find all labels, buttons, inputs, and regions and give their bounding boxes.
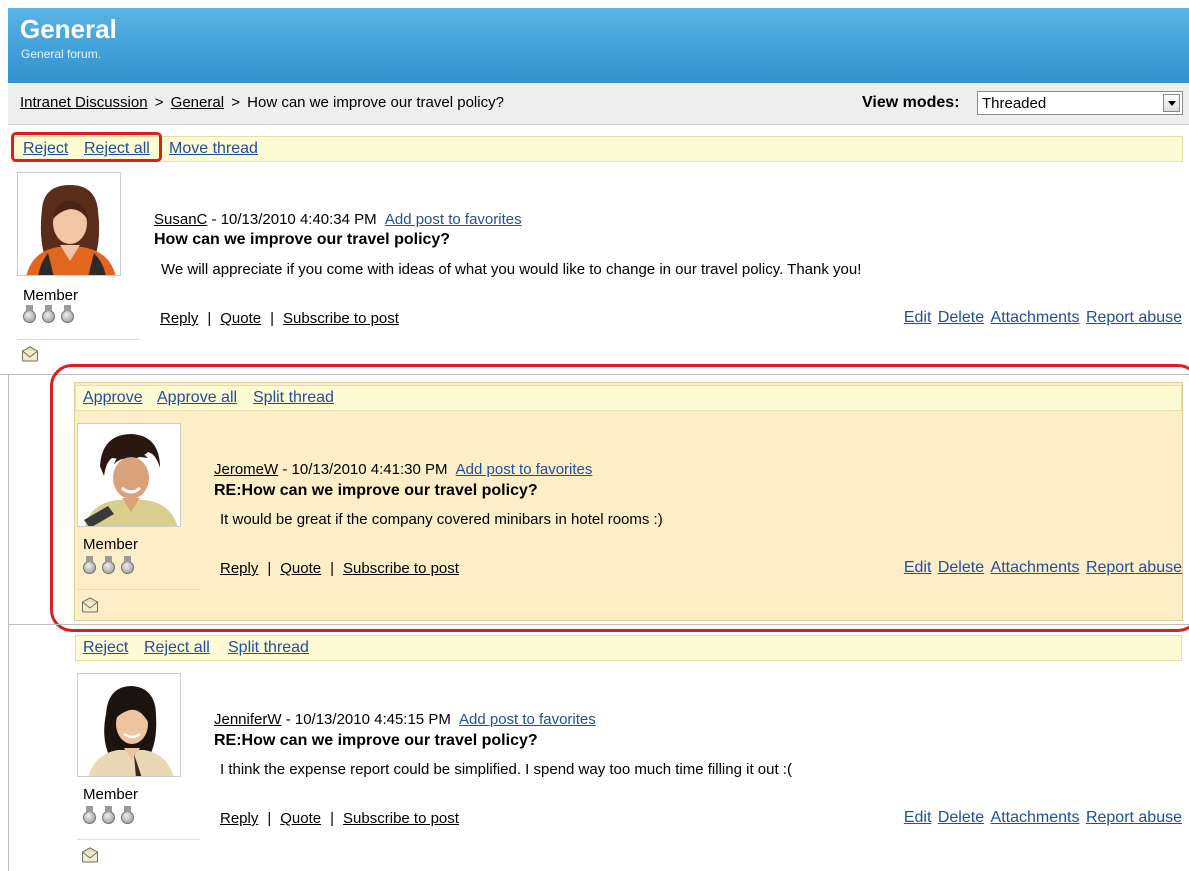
user-rank: Member — [23, 287, 79, 304]
post-admin-actions: Edit Delete Attachments Report abuse — [902, 809, 1182, 827]
edit-link[interactable]: Edit — [904, 309, 932, 326]
move-thread-button[interactable]: Move thread — [169, 140, 258, 158]
post-author-link[interactable]: JenniferW — [214, 711, 282, 728]
divider — [77, 839, 200, 840]
post-timestamp: - 10/13/2010 4:40:34 PM — [207, 211, 377, 228]
delete-link[interactable]: Delete — [938, 809, 984, 826]
breadcrumb-root-link[interactable]: Intranet Discussion — [20, 94, 148, 111]
reject-button[interactable]: Reject — [83, 639, 128, 657]
report-abuse-link[interactable]: Report abuse — [1086, 809, 1182, 826]
post-actions: Reply | Quote | Subscribe to post — [160, 310, 399, 327]
view-modes-select[interactable]: Threaded — [977, 91, 1183, 115]
annotation-highlight-box — [11, 132, 162, 162]
separator: | — [207, 310, 212, 327]
forum-title: General — [20, 14, 117, 44]
view-modes-value: Threaded — [982, 95, 1047, 112]
add-to-favorites-link[interactable]: Add post to favorites — [385, 211, 522, 228]
separator: | — [330, 810, 335, 827]
quote-link[interactable]: Quote — [220, 310, 261, 327]
subscribe-link[interactable]: Subscribe to post — [343, 810, 459, 827]
post-body: I think the expense report could be simp… — [220, 761, 792, 778]
post-actions: Reply | Quote | Subscribe to post — [220, 810, 459, 827]
post-timestamp: - 10/13/2010 4:45:15 PM — [281, 711, 451, 728]
forum-header: General General forum. — [8, 8, 1189, 83]
edit-link[interactable]: Edit — [904, 809, 932, 826]
quote-link[interactable]: Quote — [280, 810, 321, 827]
avatar — [17, 172, 121, 276]
breadcrumb-current: How can we improve our travel policy? — [247, 94, 504, 111]
forum-subtitle: General forum. — [21, 47, 102, 61]
breadcrumb: Intranet Discussion > General > How can … — [20, 94, 504, 111]
split-thread-button[interactable]: Split thread — [228, 639, 309, 657]
breadcrumb-forum-link[interactable]: General — [171, 94, 224, 111]
post-title: How can we improve our travel policy? — [154, 231, 451, 248]
attachments-link[interactable]: Attachments — [991, 309, 1080, 326]
thread-indent-line — [8, 374, 9, 871]
rank-medals-icon — [23, 305, 83, 323]
post-separator — [8, 624, 1189, 625]
envelope-icon[interactable] — [21, 346, 39, 362]
subscribe-link[interactable]: Subscribe to post — [283, 310, 399, 327]
separator: | — [267, 810, 272, 827]
reply-link[interactable]: Reply — [160, 310, 198, 327]
breadcrumb-separator: > — [231, 94, 240, 111]
delete-link[interactable]: Delete — [938, 309, 984, 326]
separator: | — [270, 310, 275, 327]
post-title: RE:How can we improve our travel policy? — [214, 732, 538, 749]
chevron-down-icon[interactable] — [1163, 94, 1180, 112]
thread-moderation-bar: Reject Reject all Move thread — [12, 136, 1183, 162]
reply-link[interactable]: Reply — [220, 810, 258, 827]
divider — [17, 339, 140, 340]
avatar — [77, 673, 181, 777]
post-body: We will appreciate if you come with idea… — [161, 261, 862, 278]
add-to-favorites-link[interactable]: Add post to favorites — [459, 711, 596, 728]
user-rank: Member — [83, 786, 139, 803]
attachments-link[interactable]: Attachments — [991, 809, 1080, 826]
view-modes-label: View modes: — [862, 94, 960, 111]
report-abuse-link[interactable]: Report abuse — [1086, 309, 1182, 326]
envelope-icon[interactable] — [81, 847, 99, 863]
post-admin-actions: Edit Delete Attachments Report abuse — [902, 309, 1182, 327]
annotation-highlight-box — [50, 364, 1189, 632]
post-moderation-bar: Reject Reject all Split thread — [75, 635, 1182, 661]
rank-medals-icon — [83, 806, 143, 824]
reject-all-button[interactable]: Reject all — [144, 639, 210, 657]
post-meta: JenniferW - 10/13/2010 4:45:15 PM Add po… — [214, 711, 596, 728]
breadcrumb-separator: > — [154, 94, 164, 111]
post-meta: SusanC - 10/13/2010 4:40:34 PM Add post … — [154, 211, 522, 228]
post-author-link[interactable]: SusanC — [154, 211, 207, 228]
